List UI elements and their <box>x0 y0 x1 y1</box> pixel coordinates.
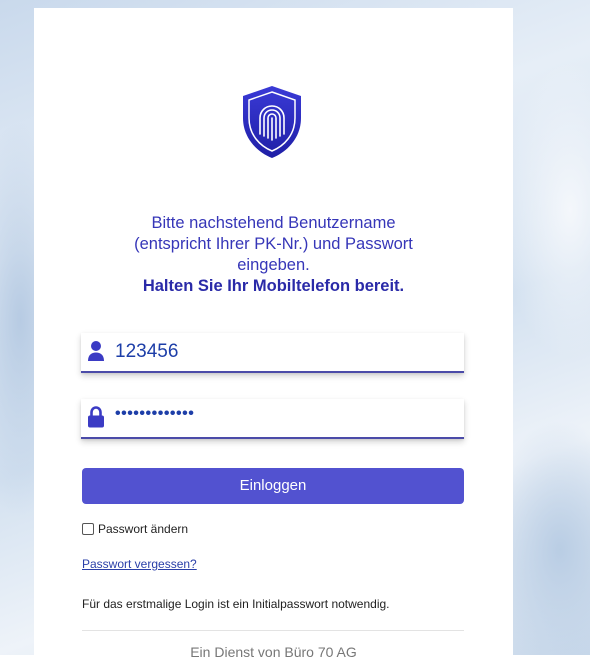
intro-line: Bitte nachstehend Benutzername <box>151 214 396 232</box>
user-icon <box>88 341 104 361</box>
login-card: Bitte nachstehend Benutzername (entspric… <box>34 8 513 668</box>
intro-line: (entspricht Ihrer PK-Nr.) und Passwort <box>134 235 413 253</box>
initial-password-note: Für das erstmalige Login ist ein Initial… <box>82 597 390 611</box>
login-button[interactable]: Einloggen <box>82 468 464 504</box>
divider <box>82 630 464 631</box>
intro-text: Bitte nachstehend Benutzername (entspric… <box>54 213 493 297</box>
intro-bold-line: Halten Sie Ihr Mobiltelefon bereit. <box>142 277 405 295</box>
password-field[interactable]: ••••••••••••• <box>81 399 464 439</box>
change-password-label[interactable]: Passwort ändern <box>98 522 188 536</box>
background-blot <box>500 60 590 360</box>
username-value[interactable]: 123456 <box>115 341 178 363</box>
footer-text: Ein Dienst von Büro 70 AG <box>190 644 357 660</box>
change-password-checkbox[interactable] <box>82 523 94 535</box>
intro-line: eingeben. <box>237 256 310 274</box>
lock-icon <box>88 406 104 428</box>
password-value[interactable]: ••••••••••••• <box>115 405 194 423</box>
forgot-password-link[interactable]: Passwort vergessen? <box>82 557 197 571</box>
username-field[interactable]: 123456 <box>81 333 464 373</box>
change-password-option[interactable]: Passwort ändern <box>82 522 188 536</box>
shield-fingerprint-logo-icon <box>243 86 301 158</box>
